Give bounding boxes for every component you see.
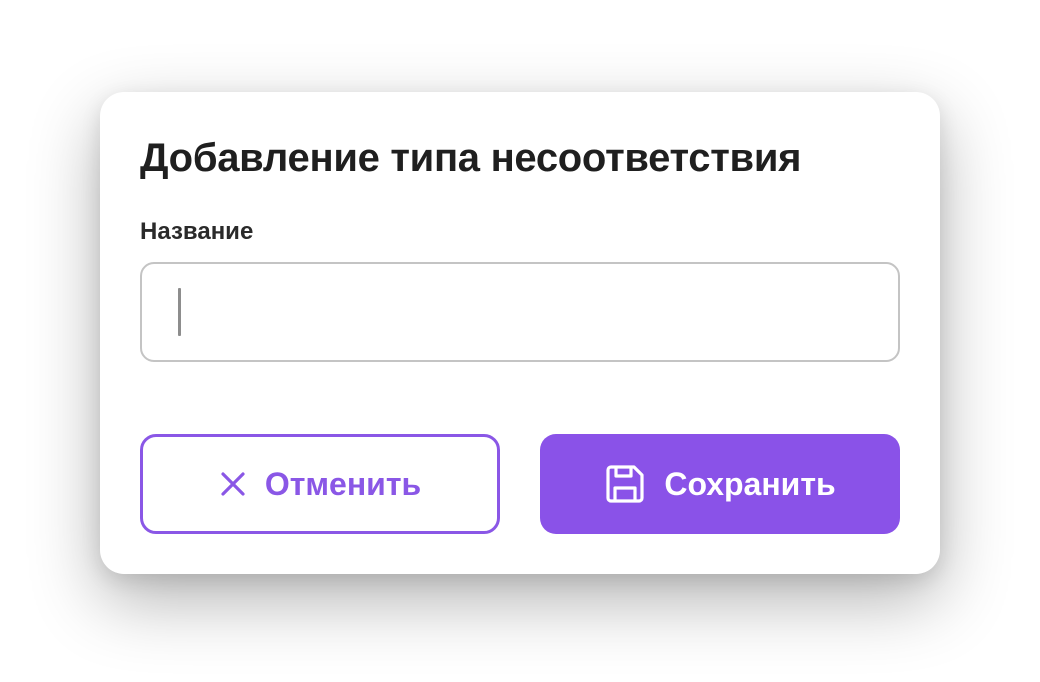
cancel-button-label: Отменить	[264, 465, 422, 502]
name-field-label: Название	[140, 218, 254, 245]
name-field-container	[140, 262, 900, 362]
floppy-disk-icon	[604, 463, 646, 505]
dialog-title: Добавление типа несоответствия	[140, 136, 802, 180]
save-button-label: Сохранить	[664, 465, 836, 502]
close-icon	[219, 470, 247, 498]
text-caret	[178, 288, 181, 336]
save-button[interactable]: Сохранить	[540, 434, 900, 534]
page-backdrop: Добавление типа несоответствия Название …	[0, 0, 1040, 682]
add-nonconformity-type-dialog: Добавление типа несоответствия Название …	[100, 92, 940, 574]
dialog-actions: Отменить Сохранить	[140, 434, 900, 534]
cancel-button[interactable]: Отменить	[140, 434, 500, 534]
name-input[interactable]	[142, 264, 898, 360]
